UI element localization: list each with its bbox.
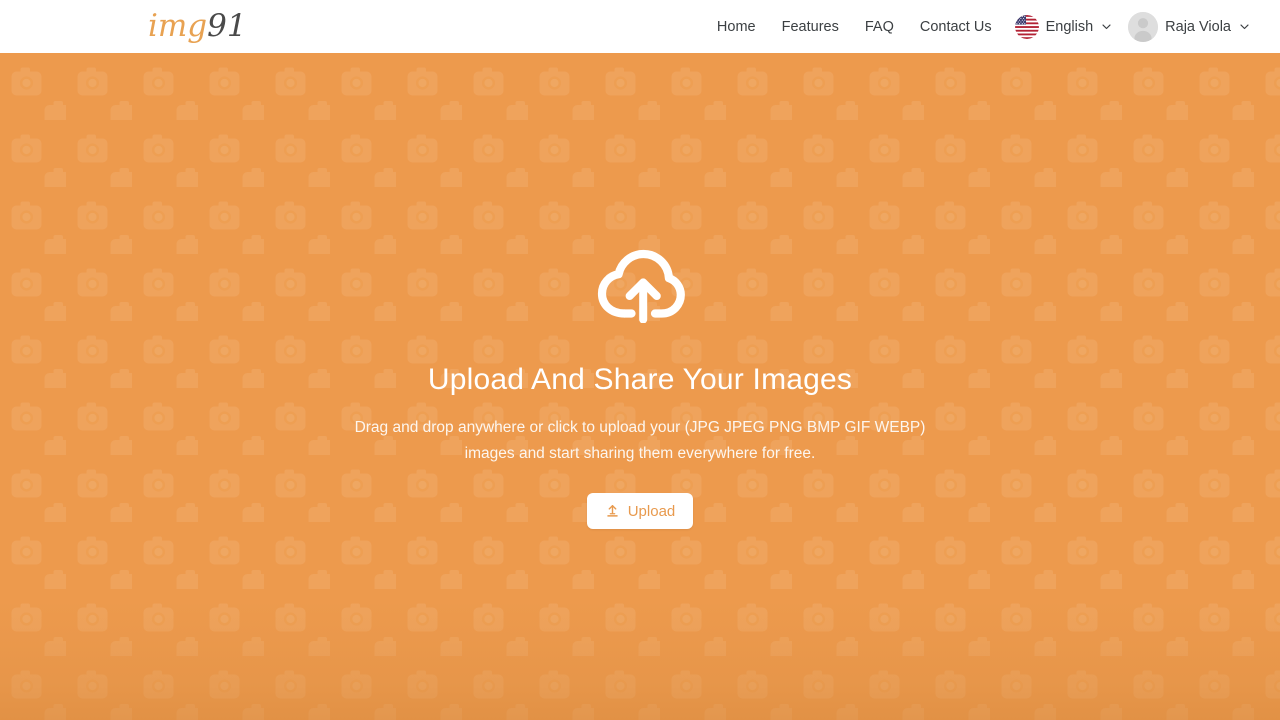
nav-link-home[interactable]: Home (704, 13, 769, 41)
site-logo[interactable]: img91 (148, 11, 247, 42)
page-root: img91 Home Features FAQ Contact Us Engli… (0, 0, 1280, 720)
primary-navigation: Home Features FAQ Contact Us English Raj… (704, 8, 1256, 46)
us-flag-icon (1014, 14, 1039, 39)
upload-icon (605, 504, 620, 519)
user-menu-label: Raja Viola (1165, 18, 1231, 35)
upload-button-label: Upload (627, 502, 676, 520)
nav-link-contact-us[interactable]: Contact Us (907, 13, 1005, 41)
user-menu[interactable]: Raja Viola (1118, 8, 1256, 46)
language-selector[interactable]: English (1005, 11, 1119, 43)
logo-text-primary: img (148, 8, 208, 44)
upload-dropzone[interactable]: Upload And Share Your Images Drag and dr… (0, 53, 1280, 720)
nav-link-faq[interactable]: FAQ (852, 13, 907, 41)
cloud-upload-icon (594, 249, 686, 324)
nav-link-features[interactable]: Features (769, 13, 852, 41)
hero-content: Upload And Share Your Images Drag and dr… (0, 53, 1280, 529)
hero-subtitle: Drag and drop anywhere or click to uploa… (354, 419, 926, 462)
chevron-down-icon (1101, 21, 1112, 32)
language-selector-label: English (1045, 18, 1094, 35)
upload-button[interactable]: Upload (586, 493, 694, 529)
page-title: Upload And Share Your Images (427, 363, 853, 396)
hero-bottom-shading (0, 600, 1280, 720)
logo-text-secondary: 91 (207, 8, 247, 44)
site-header: img91 Home Features FAQ Contact Us Engli… (0, 0, 1280, 53)
avatar-icon (1128, 11, 1159, 42)
chevron-down-icon (1239, 21, 1250, 32)
